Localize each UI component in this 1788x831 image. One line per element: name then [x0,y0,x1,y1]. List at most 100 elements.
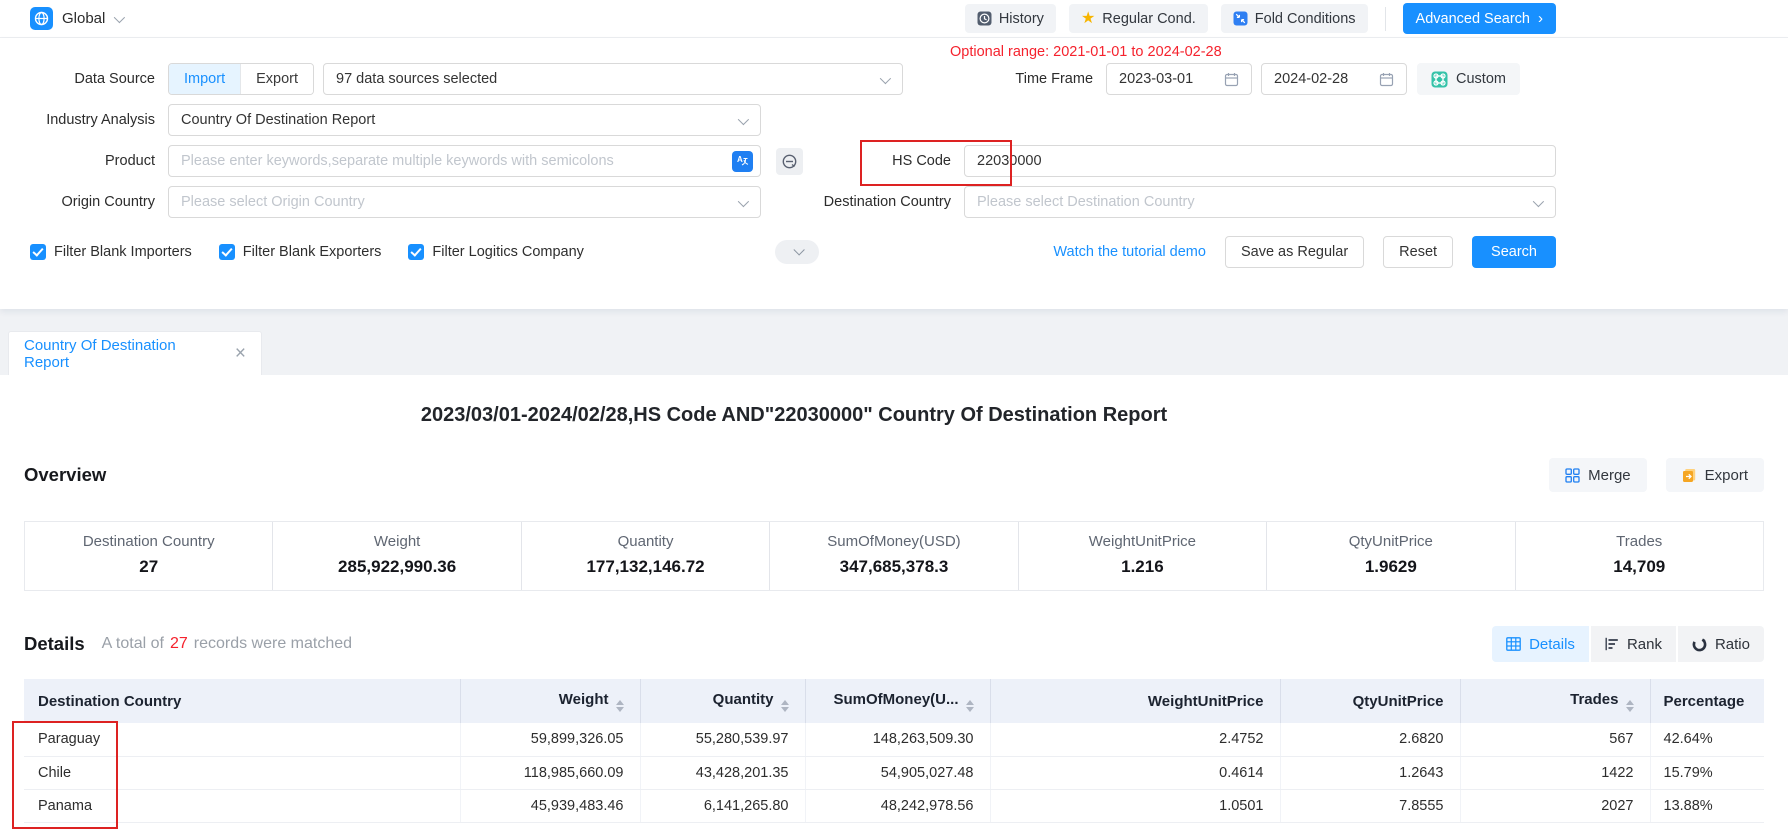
overview-stat-label: SumOfMoney(USD) [770,533,1017,550]
checkbox-checked-icon[interactable] [408,244,424,260]
reset-button[interactable]: Reset [1383,236,1453,268]
advanced-search-button[interactable]: Advanced Search › [1403,3,1556,34]
checkbox-label: Filter Blank Importers [54,244,192,260]
chevron-down-icon [738,196,749,207]
sort-desc-icon [616,707,624,712]
filter-checkbox[interactable]: Filter Blank Importers [30,244,192,260]
export-button[interactable]: Export [1666,458,1764,492]
tutorial-demo-link[interactable]: Watch the tutorial demo [1053,244,1206,260]
view-rank-button[interactable]: Rank [1591,626,1676,662]
tab-strip: Country Of Destination Report × [0,309,1788,375]
table-cell: 148,263,509.30 [805,723,990,756]
destination-country-select[interactable]: Please select Destination Country [964,186,1556,218]
sort-desc-icon [1626,707,1634,712]
custom-range-button[interactable]: Custom [1417,63,1520,95]
fold-conditions-button[interactable]: Fold Conditions [1221,4,1368,33]
column-header[interactable]: Quantity [640,679,805,723]
overview-stat-value: 347,685,378.3 [770,557,1017,577]
checkbox-checked-icon[interactable] [30,244,46,260]
sort-desc-icon [781,707,789,712]
details-heading: Details [24,633,85,655]
industry-row: Industry Analysis Country Of Destination… [0,104,1556,136]
regular-cond-button[interactable]: ★ Regular Cond. [1069,4,1208,33]
sort-asc-icon [966,700,974,705]
product-hscode-row: Product A HS Code [0,145,1556,177]
merge-button[interactable]: Merge [1549,458,1647,492]
date-to-value: 2024-02-28 [1274,71,1348,87]
table-cell: 1422 [1460,756,1650,789]
save-as-regular-button[interactable]: Save as Regular [1225,236,1364,268]
fold-icon [1233,11,1248,26]
origin-country-label: Origin Country [0,194,155,210]
overview-stat-label: QtyUnitPrice [1267,533,1514,550]
regular-cond-label: Regular Cond. [1102,11,1196,27]
column-header[interactable]: SumOfMoney(U... [805,679,990,723]
matched-count: 27 [170,635,188,652]
overview-stat-label: WeightUnitPrice [1019,533,1266,550]
table-row[interactable]: Panama45,939,483.466,141,265.8048,242,97… [24,789,1764,822]
data-source-row: Data Source Import Export 97 data source… [0,63,1556,95]
column-header[interactable]: Trades [1460,679,1650,723]
column-header: QtyUnitPrice [1280,679,1460,723]
table-grid-icon [1506,637,1521,651]
collapse-filters-button[interactable] [775,240,819,264]
table-cell: 1.0501 [990,789,1280,822]
sort-asc-icon [616,700,624,705]
overview-stat-value: 1.9629 [1267,557,1514,577]
checkbox-checked-icon[interactable] [219,244,235,260]
product-keywords-input[interactable] [181,153,748,169]
svg-text:A: A [737,155,743,164]
date-from-input[interactable]: 2023-03-01 [1106,63,1252,95]
overview-stat: Quantity177,132,146.72 [521,522,769,590]
column-header: WeightUnitPrice [990,679,1280,723]
import-toggle[interactable]: Import [169,64,240,94]
data-sources-select[interactable]: 97 data sources selected [323,63,903,95]
table-header-row: Destination CountryWeightQuantitySumOfMo… [24,679,1764,723]
chevron-down-icon [114,11,125,22]
filter-checkbox[interactable]: Filter Logitics Company [408,244,584,260]
checkbox-label: Filter Logitics Company [432,244,584,260]
sort-icon[interactable] [616,700,624,712]
column-header-label: WeightUnitPrice [1148,693,1264,710]
table-cell: 567 [1460,723,1650,756]
history-button[interactable]: History [965,4,1056,33]
sort-asc-icon [1626,700,1634,705]
star-icon: ★ [1081,11,1095,27]
import-export-toggle: Import Export [168,63,314,95]
circle-filter-icon[interactable] [776,148,803,175]
optional-range-hint: Optional range: 2021-01-01 to 2024-02-28 [950,44,1556,63]
filter-actions: Watch the tutorial demo Save as Regular … [1053,236,1556,268]
sort-icon[interactable] [966,700,974,712]
translate-icon[interactable]: A [732,151,753,172]
ratio-pie-icon [1692,637,1707,652]
region-selector[interactable]: Global [30,7,122,30]
chevron-down-icon [793,244,804,255]
table-row[interactable]: Paraguay59,899,326.0555,280,539.97148,26… [24,723,1764,756]
export-toggle[interactable]: Export [240,64,313,94]
overview-stat: Destination Country27 [25,522,272,590]
hs-code-input[interactable] [977,153,1543,169]
filter-checkbox[interactable]: Filter Blank Exporters [219,244,382,260]
industry-analysis-select[interactable]: Country Of Destination Report [168,104,761,136]
tab-country-of-destination-report[interactable]: Country Of Destination Report × [8,331,262,375]
origin-country-select[interactable]: Please select Origin Country [168,186,761,218]
sort-icon[interactable] [1626,700,1634,712]
table-row[interactable]: Chile118,985,660.0943,428,201.3554,905,0… [24,756,1764,789]
fold-conditions-label: Fold Conditions [1255,11,1356,27]
column-header: Percentage [1650,679,1764,723]
view-ratio-button[interactable]: Ratio [1678,626,1764,662]
data-sources-value: 97 data sources selected [336,71,497,87]
view-details-button[interactable]: Details [1492,626,1589,662]
destination-country-label: Destination Country [761,194,951,210]
column-header[interactable]: Weight [460,679,640,723]
divider [1385,7,1386,31]
sort-icon[interactable] [781,700,789,712]
top-bar-actions: History ★ Regular Cond. Fold Conditions … [965,3,1556,34]
date-to-input[interactable]: 2024-02-28 [1261,63,1407,95]
column-header-label: QtyUnitPrice [1353,693,1444,710]
merge-label: Merge [1588,467,1631,484]
history-label: History [999,11,1044,27]
close-tab-icon[interactable]: × [235,344,246,363]
records-matched-text: A total of27records were matched [102,635,352,653]
search-button[interactable]: Search [1472,236,1556,268]
